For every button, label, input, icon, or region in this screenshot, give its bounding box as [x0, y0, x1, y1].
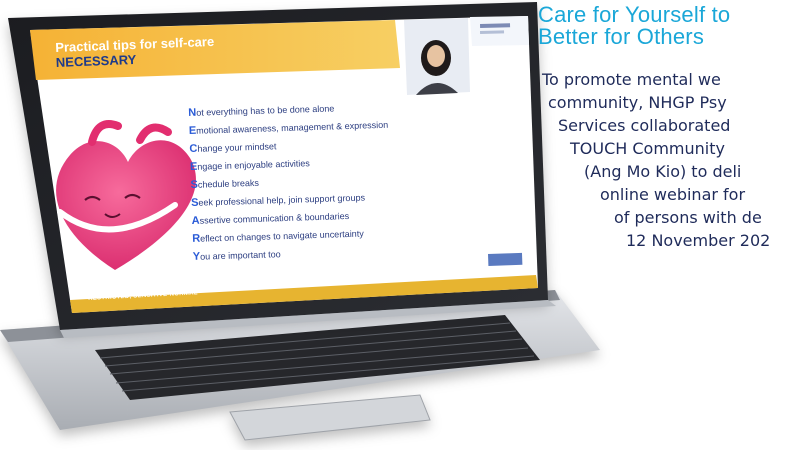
article-body: To promote mental we community, NHGP Psy… — [530, 68, 795, 252]
trackpad — [229, 394, 431, 441]
laptop-lid — [8, 2, 548, 330]
article-line: 12 November 202 — [626, 231, 771, 250]
article-line: Services collaborated — [558, 116, 731, 135]
article-line: online webinar for — [600, 185, 746, 204]
article-line: (Ang Mo Kio) to deli — [584, 162, 742, 181]
article-line: of persons with de — [614, 208, 762, 227]
article-title-line: Better for Others — [538, 24, 705, 49]
article-line: To promote mental we — [542, 70, 721, 89]
article-line: community, NHGP Psy — [548, 93, 727, 112]
footer-logo — [488, 252, 523, 266]
presenter-video — [404, 18, 470, 95]
article-title: Care for Yourself to Better for Others — [538, 4, 730, 48]
article-line: TOUCH Community — [570, 139, 725, 158]
